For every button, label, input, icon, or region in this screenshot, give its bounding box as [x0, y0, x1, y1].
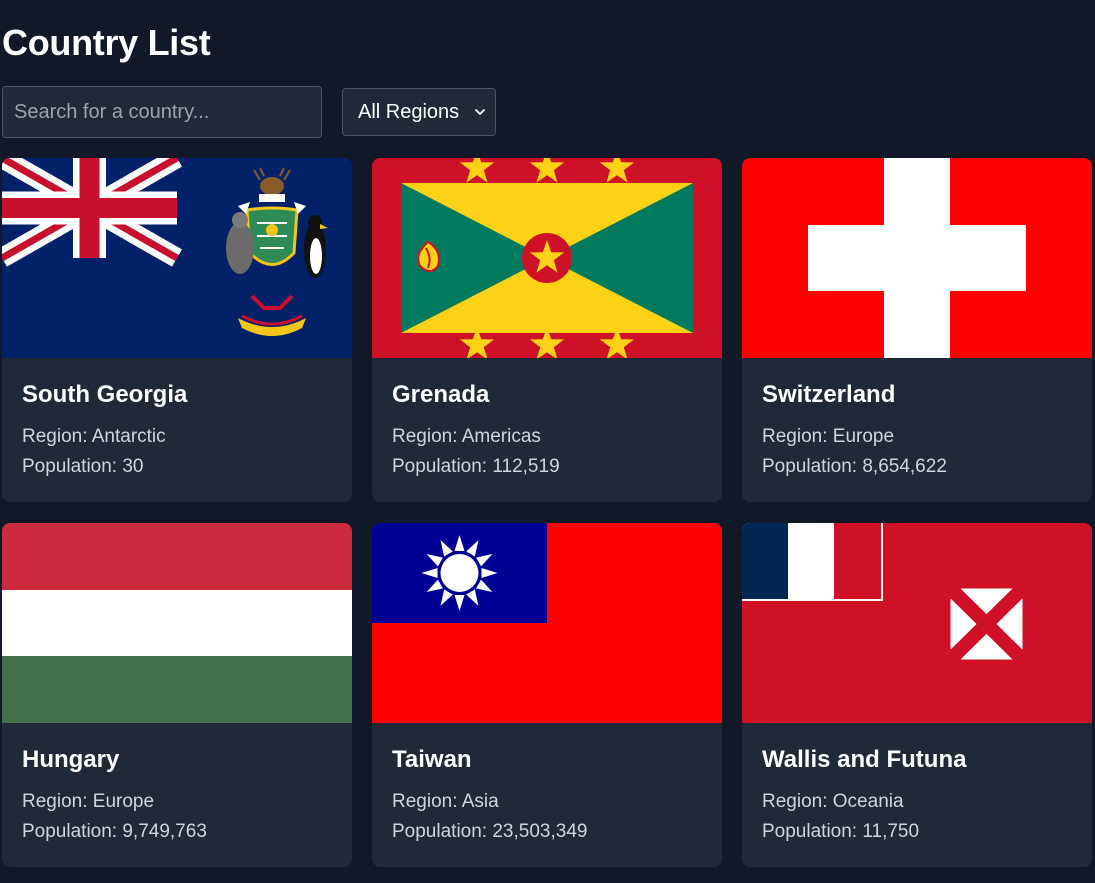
country-population: Population: 112,519 [392, 456, 560, 477]
country-name: Taiwan [392, 746, 472, 773]
country-name: Hungary [22, 746, 120, 773]
country-region: Region: Antarctic [22, 426, 166, 447]
wallis-futuna-flag-icon [742, 523, 1092, 723]
country-card[interactable]: Switzerland Region: Europe Population: 8… [742, 158, 1092, 502]
country-card[interactable]: Grenada Region: Americas Population: 112… [372, 158, 722, 502]
country-population: Population: 8,654,622 [762, 456, 947, 477]
country-card[interactable]: Wallis and Futuna Region: Oceania Popula… [742, 523, 1092, 867]
country-region: Region: Europe [22, 791, 155, 812]
country-name: Switzerland [762, 381, 896, 408]
country-list-page: Country List All Regions [0, 0, 1095, 883]
country-region: Region: Europe [762, 426, 895, 447]
country-card[interactable]: Hungary Region: Europe Population: 9,749… [2, 523, 352, 867]
search-input[interactable] [2, 86, 322, 138]
country-region: Region: Asia [392, 791, 499, 812]
country-card[interactable]: South Georgia Region: Antarctic Populati… [2, 158, 352, 502]
country-region: Region: Americas [392, 426, 541, 447]
region-filter-select[interactable]: All Regions [342, 88, 496, 136]
south-georgia-flag-icon [2, 158, 352, 358]
country-name: South Georgia [22, 381, 188, 408]
switzerland-flag-icon [742, 158, 1092, 358]
chevron-down-icon [475, 109, 485, 115]
page-title: Country List [2, 22, 211, 63]
country-population: Population: 30 [22, 456, 144, 477]
taiwan-flag-icon [372, 523, 722, 723]
country-population: Population: 23,503,349 [392, 821, 588, 842]
grenada-flag-icon [372, 158, 722, 358]
hungary-flag-icon [2, 523, 352, 723]
region-filter-value: All Regions [358, 100, 460, 123]
country-population: Population: 11,750 [762, 821, 920, 842]
country-population: Population: 9,749,763 [22, 821, 207, 842]
country-region: Region: Oceania [762, 791, 904, 812]
country-name: Grenada [392, 381, 490, 408]
country-name: Wallis and Futuna [762, 746, 967, 773]
country-card[interactable]: Taiwan Region: Asia Population: 23,503,3… [372, 523, 722, 867]
